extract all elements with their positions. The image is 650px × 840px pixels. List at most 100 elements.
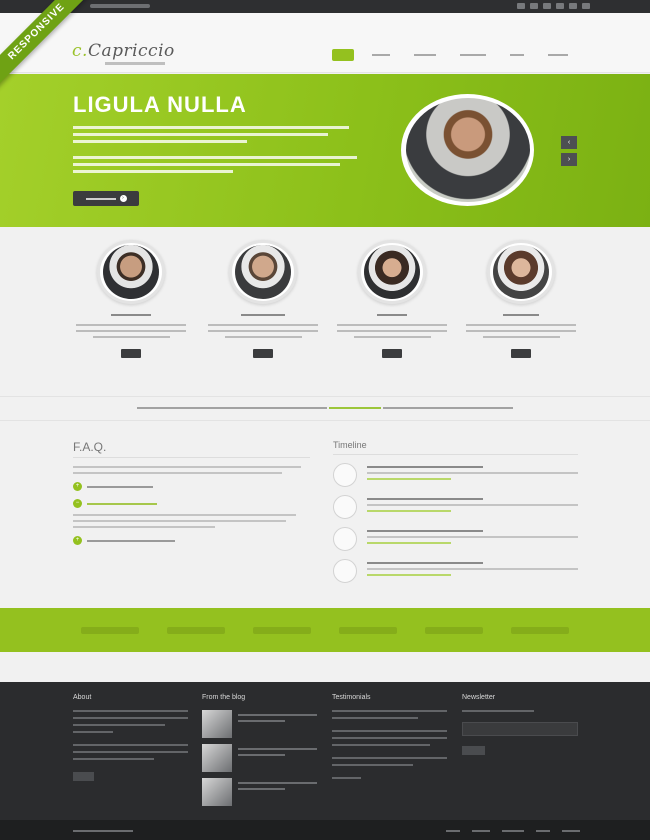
prev-arrow-icon[interactable]: ‹ [561, 136, 577, 149]
social-icon[interactable] [556, 3, 564, 9]
timeline-date [333, 463, 357, 487]
blog-post[interactable] [202, 710, 317, 738]
blog-post[interactable] [202, 744, 317, 772]
partners-band [0, 608, 650, 652]
member-desc [337, 324, 447, 338]
site-footer: About From the blog Testimonials Newslet… [0, 682, 650, 820]
top-bar [0, 0, 650, 13]
next-arrow-icon[interactable]: › [561, 153, 577, 166]
faq-question[interactable]: − [73, 499, 310, 508]
read-more-button[interactable] [121, 349, 141, 358]
partner-logo[interactable] [253, 626, 311, 634]
site-logo[interactable]: c.Capriccio [72, 41, 175, 61]
faq-question[interactable]: + [73, 536, 310, 545]
avatar [97, 240, 165, 304]
social-icon[interactable] [543, 3, 551, 9]
copyright [73, 828, 133, 833]
social-icon[interactable] [582, 3, 590, 9]
read-more-button[interactable] [511, 349, 531, 358]
minus-icon: − [73, 499, 82, 508]
social-icon[interactable] [517, 3, 525, 9]
read-more-button[interactable] [73, 772, 94, 781]
timeline-event [333, 463, 578, 487]
hero-photo [401, 94, 534, 206]
team-member [72, 240, 190, 360]
footer-nav-item[interactable] [562, 828, 580, 833]
faq-question[interactable]: + [73, 482, 310, 491]
read-more-button[interactable] [382, 349, 402, 358]
footer-newsletter: Newsletter [462, 694, 582, 757]
member-desc [208, 324, 318, 338]
nav-item[interactable] [366, 49, 396, 61]
faq-intro [73, 466, 310, 474]
main-nav [332, 49, 574, 61]
footer-newsletter-title: Newsletter [462, 694, 496, 701]
footer-nav-item[interactable] [472, 828, 490, 833]
avatar [229, 240, 297, 304]
tagline-highlight [329, 406, 381, 412]
avatar [487, 240, 555, 304]
partner-logo[interactable] [339, 626, 397, 634]
timeline-event [333, 559, 578, 583]
nav-item-home[interactable] [332, 49, 355, 61]
faq-section: F.A.Q. + − + [73, 440, 310, 551]
footer-nav-item[interactable] [446, 828, 460, 833]
social-icon[interactable] [530, 3, 538, 9]
hero-title: LIGULA NULLA [73, 92, 247, 117]
post-thumbnail [202, 778, 232, 806]
subscribe-button[interactable] [462, 746, 485, 755]
site-header: c.Capriccio [0, 13, 650, 73]
nav-item[interactable] [542, 49, 574, 61]
footer-nav-item[interactable] [502, 828, 524, 833]
timeline-date [333, 559, 357, 583]
footer-about-title: About [73, 694, 92, 701]
post-thumbnail [202, 744, 232, 772]
nav-item[interactable] [454, 49, 492, 61]
plus-icon: + [73, 536, 82, 545]
social-icons [517, 3, 590, 9]
member-name [72, 312, 190, 318]
footer-testimonials-title: Testimonials [332, 694, 371, 701]
timeline-event [333, 495, 578, 519]
logo-text: Capriccio [87, 41, 175, 61]
newsletter-email-input[interactable] [462, 722, 578, 736]
timeline-date [333, 495, 357, 519]
tagline-bar [0, 396, 650, 421]
hero-text [73, 126, 363, 177]
footer-nav-item[interactable] [536, 828, 550, 833]
footer-blog-title: From the blog [202, 694, 246, 701]
faq-title: F.A.Q. [73, 440, 310, 458]
read-more-button[interactable] [253, 349, 273, 358]
timeline-event [333, 527, 578, 551]
team-member [204, 240, 322, 360]
arrow-right-icon: › [119, 195, 127, 202]
partner-logo[interactable] [167, 626, 225, 634]
hero-slider: LIGULA NULLA › ‹ › [0, 74, 650, 227]
footer-about: About [73, 694, 188, 783]
partner-logo[interactable] [81, 626, 139, 634]
footer-nav [446, 828, 580, 833]
plus-icon: + [73, 482, 82, 491]
top-bar-text [90, 4, 150, 8]
member-name [462, 312, 580, 318]
member-desc [466, 324, 576, 338]
member-name [204, 312, 322, 318]
team-section [0, 240, 650, 390]
footer-testimonials: Testimonials [332, 694, 447, 784]
avatar [358, 240, 426, 304]
footer-blog: From the blog [202, 694, 317, 812]
social-icon[interactable] [569, 3, 577, 9]
nav-item[interactable] [504, 49, 530, 61]
timeline-title: Timeline [333, 440, 578, 455]
timeline-date [333, 527, 357, 551]
logo-tagline [105, 62, 165, 65]
blog-post[interactable] [202, 778, 317, 806]
team-member [462, 240, 580, 360]
hero-button[interactable]: › [73, 191, 139, 206]
partner-logo[interactable] [511, 626, 569, 634]
nav-item[interactable] [408, 49, 442, 61]
faq-answer [73, 514, 310, 528]
bottom-bar [0, 820, 650, 840]
partner-logo[interactable] [425, 626, 483, 634]
member-name [333, 312, 451, 318]
